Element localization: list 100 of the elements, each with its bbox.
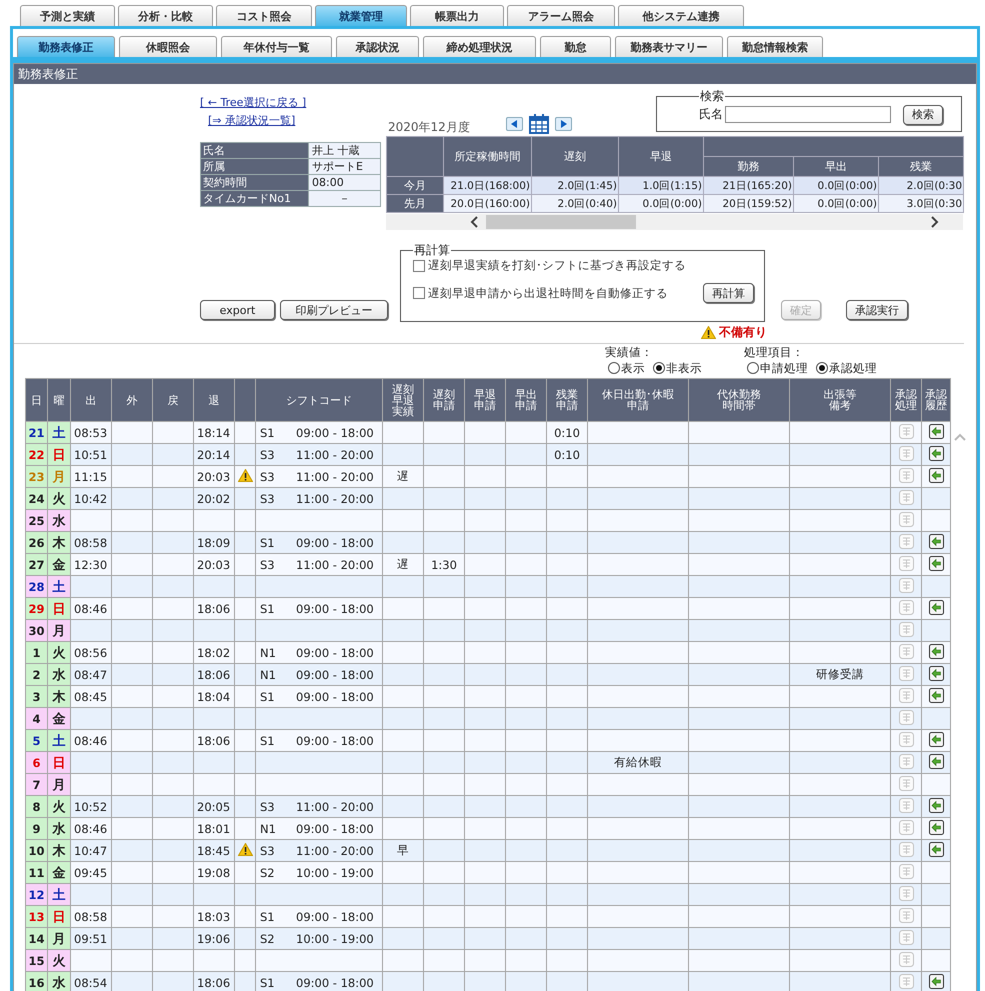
table-cell: 18:45 [194,840,234,862]
sub-tab[interactable]: 承認状況 [336,36,419,57]
shift-time: 11:00 - 20:00 [296,558,374,572]
table-cell [152,884,194,906]
table-cell [112,950,152,972]
left-arrow-icon[interactable] [928,798,944,812]
day-number: 2 [32,668,40,682]
warning-icon [701,326,716,338]
left-arrow-icon[interactable] [928,754,944,768]
export-button[interactable]: export [200,300,275,320]
shift-code: S1 [260,734,276,748]
shift-time: 11:00 - 20:00 [296,844,374,858]
table-cell [506,686,546,708]
column-header: 承認履歴 [922,378,950,422]
shift-code: N1 [260,646,277,660]
left-arrow-icon[interactable] [928,688,944,702]
weekday: 金 [52,712,66,726]
radio-button[interactable] [747,362,759,374]
table-cell: 早 [382,840,424,862]
table-cell [424,620,464,642]
name-field[interactable] [725,106,891,123]
sub-tab[interactable]: 勤怠 [540,36,611,57]
shift-time: 09:00 - 18:00 [296,690,374,704]
top-tab[interactable]: 帳票出力 [410,5,504,26]
table-cell [152,444,194,466]
weekday: 水 [52,668,66,682]
top-tab[interactable]: アラーム照会 [507,5,615,26]
day-number: 12 [28,888,44,902]
column-header: 外 [112,378,152,422]
left-arrow-icon[interactable] [928,534,944,548]
left-arrow-icon[interactable] [928,666,944,680]
table-cell [506,730,546,752]
table-cell: 18:06 [194,598,234,620]
link[interactable]: [⇒ 承認状況一覧] [208,112,386,130]
left-arrow-icon[interactable] [928,820,944,834]
weekday: 木 [52,844,66,858]
table-cell: 18:06 [194,664,234,686]
scroll-right-icon[interactable] [931,216,939,228]
table-cell: 18:09 [194,532,234,554]
table-cell [464,686,506,708]
left-arrow-icon[interactable] [928,644,944,658]
link[interactable]: [ ← Tree選択に戻る ] [200,94,386,112]
shift-code: S3 [260,448,276,462]
approve-button[interactable]: 承認実行 [846,300,908,320]
table-cell [546,862,588,884]
prev-month-button[interactable] [506,117,523,131]
left-arrow-icon[interactable] [928,842,944,856]
sub-tab[interactable]: 締め処理状況 [423,36,536,57]
left-arrow-icon[interactable] [928,468,944,482]
table-cell [506,950,546,972]
top-tab[interactable]: コスト照会 [216,5,312,26]
scrollbar-thumb[interactable] [486,215,636,229]
table-cell [506,818,546,840]
table-cell: 18:04 [194,686,234,708]
checkbox[interactable] [413,287,425,299]
table-cell [152,686,194,708]
print-preview-button[interactable]: 印刷プレビュー [280,300,388,320]
left-arrow-icon[interactable] [928,556,944,570]
scroll-left-icon[interactable] [470,216,478,228]
table-cell [424,466,464,488]
sub-tab[interactable]: 勤怠情報検索 [727,36,823,57]
top-tab[interactable]: 予測と実績 [20,5,115,26]
top-tab[interactable]: 他システム連携 [618,5,744,26]
left-arrow-icon[interactable] [928,600,944,614]
table-cell [546,466,588,488]
left-arrow-icon[interactable] [928,446,944,460]
search-button[interactable]: 検索 [903,104,943,124]
shift-code: S1 [260,426,276,440]
radio-button[interactable] [608,362,620,374]
table-cell [152,818,194,840]
calendar-icon[interactable] [529,114,549,134]
sub-tab[interactable]: 年休付与一覧 [221,36,332,57]
checkbox[interactable] [413,260,425,272]
summary-cell: 2.0回(0:40) [532,194,618,212]
sub-tab[interactable]: 勤務表修正 [17,36,115,57]
radio-button[interactable] [816,362,828,374]
table-cell: 研修受講 [790,664,890,686]
table-cell [112,664,152,686]
scroll-up-icon[interactable] [954,433,966,441]
day-number: 9 [32,822,40,836]
top-tab[interactable]: 分析・比較 [118,5,213,26]
day-number: 26 [28,536,44,550]
sub-tab[interactable]: 勤務表サマリー [615,36,723,57]
search-legend: 検索 [699,90,725,102]
recalc-button[interactable]: 再計算 [703,283,754,303]
summary-cell: 3.0回(0:30 [878,194,964,212]
table-cell [464,840,506,862]
day-number: 6 [32,756,40,770]
weekday: 火 [52,492,66,506]
table-cell [424,598,464,620]
table-cell [152,576,194,598]
left-arrow-icon[interactable] [928,424,944,438]
radio-button[interactable] [653,362,665,374]
column-header: 日 [26,378,48,422]
table-cell [464,884,506,906]
next-month-button[interactable] [555,117,572,131]
top-tab[interactable]: 就業管理 [315,5,407,26]
sub-tab[interactable]: 休暇照会 [119,36,217,57]
left-arrow-icon[interactable] [928,732,944,746]
left-arrow-icon[interactable] [928,974,944,988]
